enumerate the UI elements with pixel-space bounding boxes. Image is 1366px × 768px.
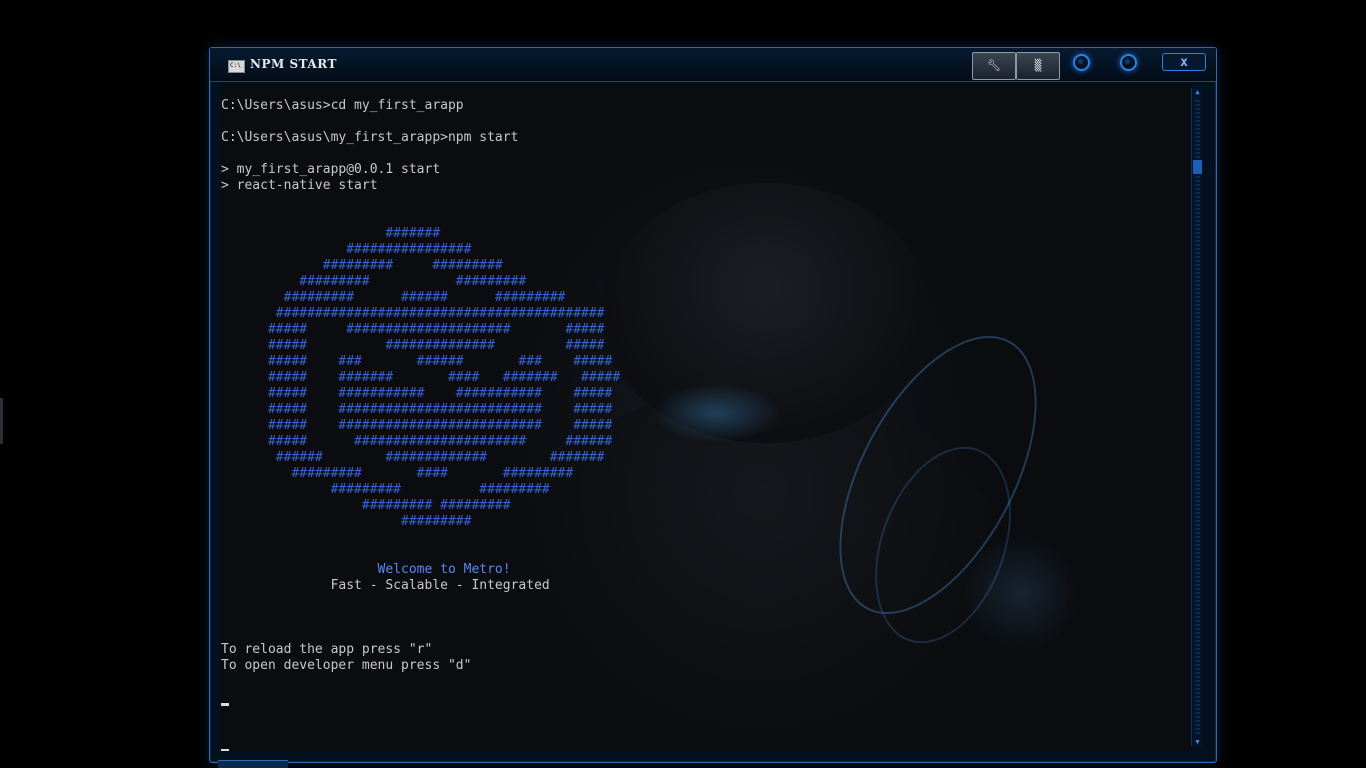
metro-logo-line: ######### ###### ######### [221, 290, 566, 305]
text-cursor [221, 703, 229, 706]
terminal-window[interactable]: NPM START 🔧︎ ▒ x C:\Users\asus>cd my_fir… [209, 47, 1217, 763]
console-line: > my_first_arapp@0.0.1 start [221, 162, 441, 177]
console-output: C:\Users\asus>cd my_first_arapp C:\Users\… [221, 98, 620, 674]
scroll-down-icon[interactable]: ▼ [1192, 738, 1203, 746]
metro-logo-line: ##### ########################## ##### [221, 402, 613, 417]
console-line: C:\Users\asus>cd my_first_arapp [221, 98, 464, 113]
console-area[interactable]: C:\Users\asus>cd my_first_arapp C:\Users\… [221, 83, 1192, 751]
scroll-thumb[interactable] [1193, 160, 1202, 174]
metro-logo-line: ######### ######### [221, 482, 550, 497]
metro-logo-line: ######### #### ######### [221, 466, 574, 481]
minimize-button[interactable] [1073, 54, 1090, 71]
metro-logo-line: ##### ### ###### ### ##### [221, 354, 613, 369]
title-bar[interactable]: NPM START 🔧︎ ▒ x [210, 48, 1216, 82]
scroll-track[interactable] [1195, 100, 1200, 736]
metro-logo-line: ######### [221, 514, 472, 529]
scroll-up-icon[interactable]: ▲ [1192, 88, 1203, 96]
metro-logo-line: ##### ####### #### ####### ##### [221, 370, 621, 385]
desktop-edge [0, 398, 3, 444]
metro-logo-line: ################ [221, 242, 472, 257]
cmd-icon [228, 60, 245, 73]
close-button[interactable]: x [1162, 53, 1206, 71]
metro-logo-line: ##### ############## ##### [221, 338, 605, 353]
welcome-text: Welcome to Metro! [221, 562, 511, 577]
text-cursor [221, 749, 229, 751]
metro-logo-line: ######### ######### [221, 498, 511, 513]
metro-logo-line: ####### [221, 226, 441, 241]
devmenu-hint: To open developer menu press "d" [221, 658, 472, 673]
grid-icon: ▒ [1034, 59, 1042, 72]
metro-logo-line: ##### ########################## ##### [221, 418, 613, 433]
reload-hint: To reload the app press "r" [221, 642, 433, 657]
vertical-scrollbar[interactable]: ▲ ▼ [1191, 88, 1203, 746]
metro-logo-line: ########################################… [221, 306, 605, 321]
tools-button[interactable]: 🔧︎ [972, 52, 1016, 80]
metro-logo-line: ##### ##################### ##### [221, 322, 605, 337]
window-title: NPM START [250, 57, 337, 71]
maximize-button[interactable] [1120, 54, 1137, 71]
metro-logo-line: ##### ###################### ###### [221, 434, 613, 449]
taskbar-tab [218, 760, 288, 768]
console-line: > react-native start [221, 178, 378, 193]
settings-button[interactable]: ▒ [1016, 52, 1060, 80]
metro-logo-line: ######### ######### [221, 258, 503, 273]
wallpaper-glow [651, 383, 781, 443]
metro-logo-line: ###### ############# ####### [221, 450, 605, 465]
metro-logo-line: ######### ######### [221, 274, 527, 289]
metro-logo-line: ##### ########### ########### ##### [221, 386, 613, 401]
tagline-text: Fast - Scalable - Integrated [221, 578, 550, 593]
wrench-icon: 🔧︎ [987, 59, 1001, 72]
console-line: C:\Users\asus\my_first_arapp>npm start [221, 130, 519, 145]
